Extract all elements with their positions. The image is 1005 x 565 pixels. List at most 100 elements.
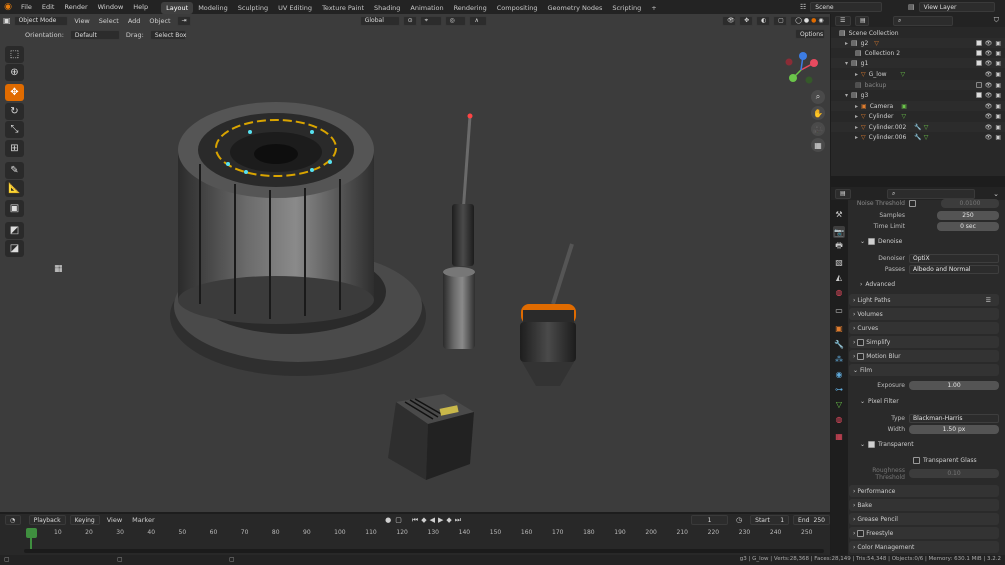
playback-menu[interactable]: Playback <box>28 515 66 525</box>
clock-icon[interactable]: ◷ <box>736 516 742 524</box>
eye-icon[interactable]: 👁 <box>985 40 993 47</box>
tab-rendering[interactable]: Rendering <box>449 2 492 14</box>
scene-selector[interactable]: ☷ Scene <box>800 2 890 12</box>
menu-window[interactable]: Window <box>93 0 129 14</box>
shear-tool-icon[interactable]: ◪ <box>5 240 24 257</box>
eye-icon[interactable]: 👁 <box>985 50 993 57</box>
data-tab-icon[interactable]: ▽ <box>833 398 845 410</box>
visibility-toggles[interactable]: 👁 ▣ <box>975 39 1001 47</box>
end-frame-field[interactable]: End 250 <box>793 515 830 525</box>
move-tool-icon[interactable]: ✥ <box>5 84 24 101</box>
simplify-checkbox[interactable] <box>857 338 865 346</box>
output-tab-icon[interactable]: 🖶 <box>833 241 845 253</box>
eye-icon[interactable]: 👁 <box>985 124 993 131</box>
texture-tab-icon[interactable]: ▦ <box>833 430 845 442</box>
roughness-threshold-field[interactable]: 0.10 <box>909 469 999 478</box>
performance-panel[interactable]: › Performance <box>849 485 999 497</box>
jump-end-icon[interactable]: ⏭ <box>455 516 461 525</box>
outliner-search-input[interactable]: ⌕ <box>893 15 953 26</box>
passes-dropdown[interactable]: Albedo and Normal <box>909 265 999 274</box>
start-frame-field[interactable]: Start 1 <box>750 515 790 525</box>
noise-threshold-checkbox[interactable] <box>909 200 916 207</box>
rotate-tool-icon[interactable]: ↻ <box>5 103 24 120</box>
antenna-model[interactable] <box>443 113 475 350</box>
jump-start-icon[interactable]: ⏮ <box>412 516 418 525</box>
view-layer-selector[interactable]: ▤ View Layer <box>908 2 1002 12</box>
gizmo-icon[interactable]: ✥ <box>739 15 754 26</box>
keyframe-type-icon[interactable]: ▢ <box>395 516 402 524</box>
rendered-icon[interactable]: ◉ <box>818 17 823 24</box>
properties-options-icon[interactable]: ⌄ <box>993 190 999 198</box>
marker-menu[interactable]: Marker <box>129 516 157 524</box>
world-tab-icon[interactable]: ◍ <box>833 286 845 298</box>
camera-icon[interactable]: ▣ <box>995 103 1001 110</box>
camera-icon[interactable]: ▣ <box>995 113 1001 120</box>
camera-icon[interactable]: ▣ <box>995 71 1001 78</box>
properties-search-input[interactable]: ⌕ <box>887 188 975 199</box>
include-checkbox[interactable] <box>975 59 982 66</box>
advanced-subpanel[interactable]: › Advanced <box>860 281 895 288</box>
light-paths-panel[interactable]: › Light Paths ☰ <box>849 294 999 306</box>
motion-blur-checkbox[interactable] <box>857 352 865 360</box>
blender-logo-icon[interactable]: ◉ <box>0 0 16 14</box>
perspective-toggle-icon[interactable]: ▦ <box>811 138 825 152</box>
tab-animation[interactable]: Animation <box>405 2 448 14</box>
expand-icon[interactable]: ▸ <box>845 40 848 47</box>
motion-blur-panel[interactable]: › Motion Blur <box>849 350 999 362</box>
playhead[interactable] <box>26 528 37 538</box>
eye-icon[interactable]: 👁 <box>985 103 993 110</box>
visibility-toggles[interactable]: 👁 ▣ <box>975 91 1001 99</box>
falloff-icon[interactable]: ∧ <box>469 15 488 26</box>
collection-tab-icon[interactable]: ▭ <box>833 304 845 316</box>
tab-uv-editing[interactable]: UV Editing <box>273 2 317 14</box>
expand-icon[interactable]: ▸ <box>855 124 858 131</box>
eye-icon[interactable]: 👁 <box>985 60 993 67</box>
freestyle-checkbox[interactable] <box>857 529 865 537</box>
view-layer-tab-icon[interactable]: ▧ <box>833 256 845 268</box>
add-workspace-button[interactable]: + <box>646 2 661 14</box>
menu-edit[interactable]: Edit <box>37 0 60 14</box>
menu-add[interactable]: Add <box>125 17 144 25</box>
outliner-row[interactable]: ▤ Scene Collection <box>831 28 1005 38</box>
tab-scripting[interactable]: Scripting <box>607 2 646 14</box>
proportional-edit-icon[interactable]: ◎ <box>444 15 467 26</box>
camera-icon[interactable]: ▣ <box>995 50 1001 57</box>
expand-icon[interactable]: ▸ <box>855 103 858 110</box>
include-checkbox[interactable] <box>975 91 982 98</box>
outliner-row[interactable]: ▸ ▽ Cylinder.006 🔧 ▽ 👁 ▣ <box>831 132 1005 142</box>
editor-options-icon[interactable]: ⇥ <box>176 15 191 26</box>
outliner-row[interactable]: ▾ ▤ g3 👁 ▣ <box>831 90 1005 100</box>
measure-tool-icon[interactable]: 📐 <box>5 180 24 197</box>
play-icon[interactable]: ▶ <box>438 516 443 525</box>
editor-type-icon[interactable]: ▣ <box>3 16 11 25</box>
outliner-type-icon[interactable]: ☰ <box>835 15 851 26</box>
camera-gizmo-icon[interactable]: ▦ <box>54 264 66 276</box>
camera-icon[interactable]: ▣ <box>995 92 1001 99</box>
exposure-field[interactable]: 1.00 <box>909 381 999 390</box>
scene-tab-icon[interactable]: ◭ <box>833 271 845 283</box>
properties-type-icon[interactable]: ▤ <box>835 188 851 199</box>
menu-help[interactable]: Help <box>128 0 153 14</box>
cursor-tool-icon[interactable]: ⊕ <box>5 64 24 81</box>
camera-view-icon[interactable]: 🎥 <box>811 122 825 136</box>
material-icon[interactable]: ● <box>811 17 816 24</box>
grease-pencil-panel[interactable]: › Grease Pencil <box>849 513 999 525</box>
scale-tool-icon[interactable]: ⤡ <box>5 121 24 138</box>
outliner-row[interactable]: ▤ backup 👁 ▣ <box>831 80 1005 90</box>
snap-icon[interactable]: ⌖ <box>419 15 442 26</box>
lattice-tool-icon[interactable]: ◩ <box>5 222 24 239</box>
small-reactor-model[interactable] <box>520 243 576 386</box>
include-checkbox[interactable] <box>975 49 982 56</box>
outliner-row[interactable]: ▸ ▽ Cylinder ▽ 👁 ▣ <box>831 111 1005 121</box>
select-box-tool-icon[interactable]: ⬚ <box>5 46 24 63</box>
keying-menu[interactable]: Keying <box>69 515 100 525</box>
menu-select[interactable]: Select <box>96 17 122 25</box>
menu-file[interactable]: File <box>16 0 37 14</box>
transform-orientation-dropdown[interactable]: Global <box>359 15 400 26</box>
mode-dropdown[interactable]: Object Mode <box>13 15 69 26</box>
time-limit-field[interactable]: 0 sec <box>937 222 999 231</box>
eye-icon[interactable]: 👁 <box>985 71 993 78</box>
outliner-row[interactable]: ▸ ▤ g2 ▽ 👁 ▣ <box>831 38 1005 48</box>
transparent-glass-checkbox[interactable] <box>913 457 920 464</box>
include-checkbox[interactable] <box>975 39 982 46</box>
